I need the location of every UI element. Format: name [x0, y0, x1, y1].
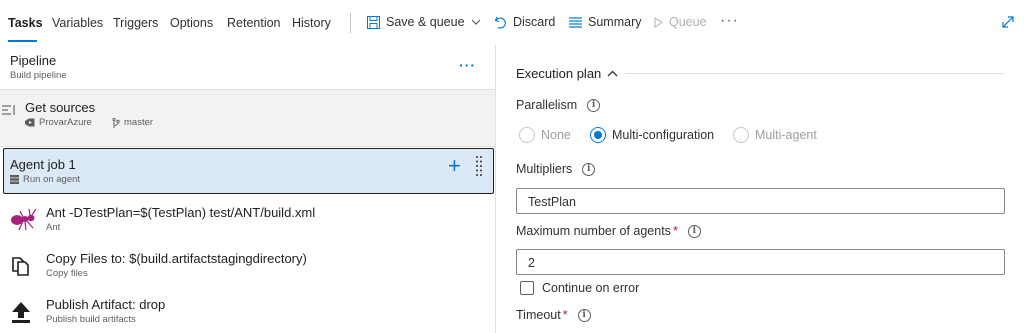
task-ant[interactable]: Ant -DTestPlan=$(TestPlan) test/ANT/buil… [0, 197, 495, 243]
parallelism-label: Parallelism [516, 98, 578, 112]
get-sources-icon [2, 105, 15, 115]
tab-tasks[interactable]: Tasks [8, 16, 43, 30]
expand-icon[interactable] [1001, 15, 1015, 29]
tab-history[interactable]: History [292, 16, 331, 30]
required-marker: * [672, 224, 678, 238]
drag-handle-icon[interactable] [475, 155, 483, 177]
summary-label: Summary [588, 15, 642, 29]
timeout-label-row: Timeout * i [516, 308, 591, 322]
copy-files-icon [12, 257, 29, 276]
add-task-icon[interactable]: + [448, 155, 461, 177]
radio-circle [590, 127, 606, 143]
branch: master [112, 117, 153, 128]
ant-icon [11, 208, 37, 231]
max-agents-label: Maximum number of agents * [516, 224, 678, 238]
max-agents-input[interactable]: 2 [516, 249, 1005, 275]
save-queue-label: Save & queue [386, 15, 465, 29]
pipeline-more-icon[interactable]: ··· [459, 57, 476, 73]
branch-icon [112, 117, 120, 128]
save-icon [367, 15, 380, 29]
task-publish-artifact[interactable]: Publish Artifact: drop Publish build art… [0, 289, 495, 333]
max-agents-label-row: Maximum number of agents * i [516, 224, 701, 238]
agent-job-item[interactable]: Agent job 1 Run on agent + [3, 148, 494, 194]
azure-repos-icon [25, 118, 35, 127]
task-title: Publish Artifact: drop [46, 297, 166, 312]
max-agents-label-text: Maximum number of agents [516, 224, 671, 238]
execution-plan-panel: Execution plan Parallelism i None Multi-… [497, 45, 1024, 333]
pipeline-title: Pipeline [10, 53, 57, 68]
multipliers-label-row: Multipliers i [516, 162, 596, 176]
multipliers-input[interactable]: TestPlan [516, 188, 1005, 214]
tab-variables[interactable]: Variables [52, 16, 103, 30]
branch-name: master [124, 117, 154, 128]
play-icon [654, 16, 663, 28]
section-divider [625, 73, 1004, 74]
task-subtitle: Publish build artifacts [46, 314, 136, 325]
continue-on-error-checkbox[interactable]: Continue on error [520, 281, 639, 295]
radio-label: None [541, 128, 571, 142]
more-actions-icon[interactable]: ··· [720, 12, 739, 30]
get-sources-item[interactable]: Get sources ProvarAzure master [0, 89, 495, 147]
discard-label: Discard [513, 15, 556, 29]
info-icon[interactable]: i [687, 224, 701, 238]
timeout-label: Timeout * [516, 308, 568, 322]
list-icon [569, 16, 582, 28]
multipliers-label: Multipliers [516, 162, 573, 176]
execution-plan-header[interactable]: Execution plan [516, 66, 618, 81]
repository: ProvarAzure [25, 117, 92, 128]
get-sources-title: Get sources [25, 100, 96, 115]
info-icon[interactable]: i [587, 98, 601, 112]
agent-job-subtitle-row: Run on agent [10, 174, 80, 185]
undo-icon [494, 16, 506, 29]
info-icon[interactable]: i [582, 162, 596, 176]
radio-label: Multi-agent [755, 128, 817, 142]
task-copy-files[interactable]: Copy Files to: $(build.artifactstagingdi… [0, 243, 495, 289]
tab-options[interactable]: Options [170, 16, 213, 30]
info-icon[interactable]: i [577, 308, 591, 322]
continue-on-error-label: Continue on error [542, 281, 640, 295]
queue-label: Queue [669, 15, 707, 29]
repository-name: ProvarAzure [39, 117, 92, 128]
radio-none[interactable]: None [519, 127, 571, 143]
timeout-label-text: Timeout [516, 308, 561, 322]
queue-button[interactable]: Queue [654, 15, 707, 29]
summary-button[interactable]: Summary [569, 15, 641, 29]
toolbar-divider [350, 13, 351, 33]
tab-triggers[interactable]: Triggers [113, 16, 158, 30]
task-title: Ant -DTestPlan=$(TestPlan) test/ANT/buil… [46, 205, 316, 220]
server-icon [10, 175, 19, 184]
chevron-up-icon [607, 70, 618, 77]
chevron-down-icon [471, 19, 480, 25]
pipeline-tasks-panel: Pipeline Build pipeline ··· Get sources … [0, 45, 496, 333]
tab-retention[interactable]: Retention [227, 16, 281, 30]
toolbar: Tasks Variables Triggers Options Retenti… [0, 0, 1024, 45]
execution-plan-title: Execution plan [516, 66, 602, 81]
radio-circle [733, 127, 749, 143]
required-marker: * [562, 308, 568, 322]
save-queue-button[interactable]: Save & queue [367, 15, 481, 29]
parallelism-label-row: Parallelism i [516, 98, 601, 112]
radio-label: Multi-configuration [612, 128, 715, 142]
active-tab-indicator [8, 40, 37, 42]
task-title: Copy Files to: $(build.artifactstagingdi… [46, 251, 307, 266]
radio-multi-agent[interactable]: Multi-agent [733, 127, 817, 143]
task-subtitle: Ant [46, 222, 61, 233]
agent-job-subtitle: Run on agent [23, 174, 81, 185]
task-subtitle: Copy files [46, 268, 88, 279]
pipeline-subtitle: Build pipeline [10, 70, 67, 81]
agent-job-title: Agent job 1 [10, 157, 76, 172]
checkbox-box [520, 281, 534, 295]
discard-button[interactable]: Discard [494, 15, 555, 29]
radio-circle [519, 127, 535, 143]
pipeline-header[interactable]: Pipeline Build pipeline ··· [0, 45, 495, 89]
publish-artifact-icon [12, 302, 30, 323]
radio-multi-configuration[interactable]: Multi-configuration [590, 127, 714, 143]
